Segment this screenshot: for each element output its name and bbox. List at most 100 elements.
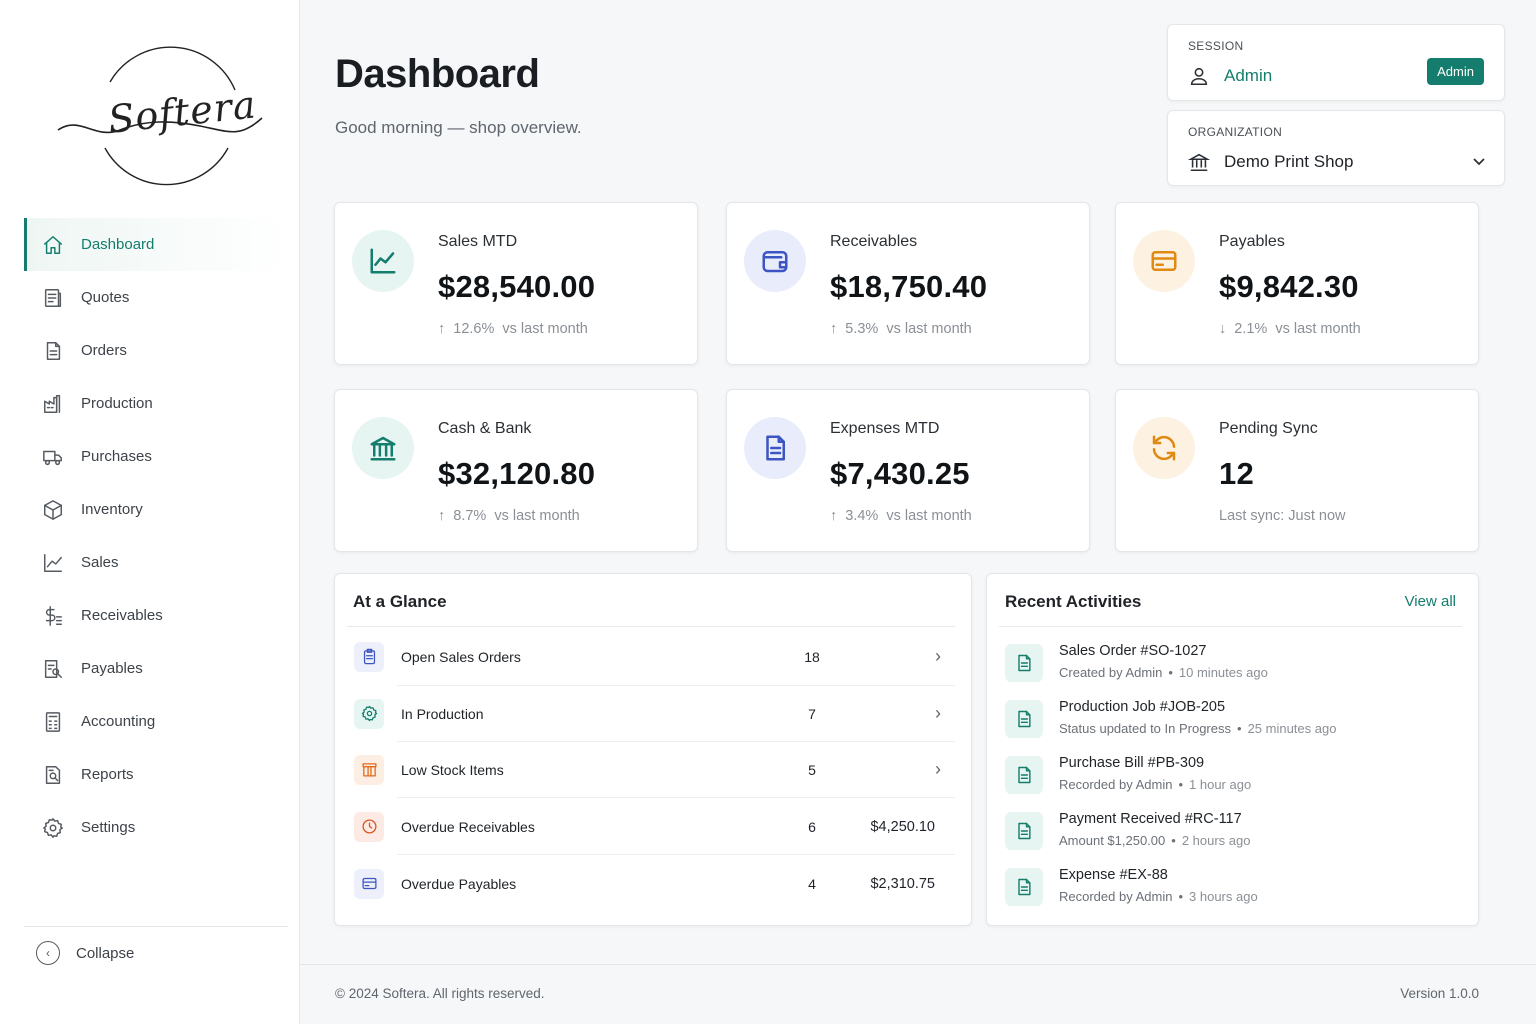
sidebar-item-reports[interactable]: Reports (24, 748, 288, 801)
trend-percent: 12.6% (453, 321, 495, 337)
sidebar-item-sales[interactable]: Sales (24, 536, 288, 589)
sidebar-item-label: Orders (81, 342, 127, 359)
stat-trend: ↑ 3.4% vs last month (830, 508, 972, 524)
glance-row-low-stock-items[interactable]: Low Stock Items 5 › (347, 741, 957, 798)
activity-item[interactable]: Production Job #JOB-205 Status updated t… (1005, 696, 1465, 746)
stat-card-receivables[interactable]: Receivables $18,750.40 ↑ 5.3% vs last mo… (726, 202, 1090, 365)
sidebar-item-label: Quotes (81, 289, 130, 306)
chevron-left-icon: ‹ (36, 941, 60, 965)
recent-activities-panel: Recent Activities View all Sales Order #… (986, 573, 1479, 926)
chevron-right-icon: › (935, 646, 941, 666)
activity-meta: Amount $1,250.00 • 2 hours ago (1059, 833, 1251, 848)
activity-title: Payment Received #RC-117 (1059, 811, 1242, 827)
sidebar-divider (24, 926, 288, 927)
stat-value: $9,842.30 (1219, 269, 1359, 304)
stat-trend: ↑ 5.3% vs last month (830, 321, 972, 337)
clock-icon (354, 811, 384, 842)
user-icon (1190, 67, 1208, 86)
stat-card-pending-sync[interactable]: Pending Sync 12 Last sync: Just now (1115, 389, 1479, 552)
stat-value: $28,540.00 (438, 269, 596, 304)
activity-title: Production Job #JOB-205 (1059, 699, 1226, 715)
sidebar-item-accounting[interactable]: Accounting (24, 695, 288, 748)
trend-percent: 3.4% (845, 508, 879, 524)
sidebar-item-settings[interactable]: Settings (24, 801, 288, 854)
glance-label: Low Stock Items (401, 761, 504, 778)
activity-item[interactable]: Sales Order #SO-1027 Created by Admin • 10… (1005, 640, 1465, 690)
activity-meta: Status updated to In Progress • 25 minutes… (1059, 721, 1337, 736)
organization-label: ORGANIZATION (1188, 125, 1283, 139)
sidebar-item-quotes[interactable]: Quotes (24, 271, 288, 324)
activity-title: Sales Order #SO-1027 (1059, 643, 1207, 659)
wallet-icon (744, 230, 806, 292)
session-user-name: Admin (1224, 66, 1273, 85)
box-icon (41, 498, 65, 522)
footer: © 2024 Softera. All rights reserved. Ver… (300, 964, 1536, 1024)
credit-card-icon (1133, 230, 1195, 292)
sidebar-item-label: Sales (81, 554, 119, 571)
glance-row-overdue-receivables[interactable]: Overdue Receivables 6 $4,250.10 (347, 798, 957, 855)
truck-icon (41, 445, 65, 469)
session-user[interactable]: Admin (1188, 65, 1272, 87)
stat-card-expenses-mtd[interactable]: Expenses MTD $7,430.25 ↑ 3.4% vs last mo… (726, 389, 1090, 552)
activity-item[interactable]: Payment Received #RC-117 Amount $1,250.0… (1005, 808, 1465, 858)
sidebar-item-dashboard[interactable]: Dashboard (24, 218, 288, 271)
payables-icon (41, 657, 65, 681)
sidebar-item-label: Settings (81, 819, 136, 836)
stat-value: $18,750.40 (830, 269, 988, 304)
glance-row-open-sales-orders[interactable]: Open Sales Orders 18 › (347, 628, 957, 685)
version-text: Version 1.0.0 (1400, 986, 1479, 1001)
activity-item[interactable]: Purchase Bill #PB-309 Recorded by Admin •… (1005, 752, 1465, 802)
glance-row-overdue-payables[interactable]: Overdue Payables 4 $2,310.75 (347, 855, 957, 912)
page-subtitle: Good morning — shop overview. (335, 118, 582, 137)
trend-text: vs last month (886, 321, 972, 337)
stat-label: Payables (1219, 233, 1285, 250)
bank-icon (1188, 153, 1210, 172)
sidebar-item-production[interactable]: Production (24, 377, 288, 430)
document-icon (1005, 644, 1043, 682)
view-all-link[interactable]: View all (1405, 593, 1456, 610)
sync-status: Last sync: Just now (1219, 508, 1346, 524)
sidebar: Softera Dashboard Quotes Orders Producti… (0, 0, 300, 1024)
trend-text: vs last month (886, 508, 972, 524)
organization-row: Demo Print Shop (1188, 151, 1353, 173)
chevron-right-icon: › (935, 759, 941, 779)
chart-line-icon (352, 230, 414, 292)
panel-title: Recent Activities (1005, 592, 1142, 611)
stat-label: Expenses MTD (830, 420, 940, 437)
stat-label: Sales MTD (438, 233, 518, 250)
stat-card-cash-bank[interactable]: Cash & Bank $32,120.80 ↑ 8.7% vs last mo… (334, 389, 698, 552)
trend-percent: 2.1% (1234, 321, 1268, 337)
divider (999, 626, 1462, 627)
activity-meta: Created by Admin • 10 minutes ago (1059, 665, 1268, 680)
document-icon (1005, 812, 1043, 850)
activity-time: 25 minutes ago (1247, 721, 1337, 736)
stat-card-sales-mtd[interactable]: Sales MTD $28,540.00 ↑ 12.6% vs last mon… (334, 202, 698, 365)
collapse-button[interactable]: ‹ Collapse (36, 938, 134, 968)
role-badge: Admin (1427, 58, 1484, 85)
package-icon (354, 754, 384, 785)
glance-count: 4 (808, 875, 816, 892)
glance-count: 5 (808, 761, 816, 778)
glance-label: Overdue Receivables (401, 818, 535, 835)
sidebar-item-purchases[interactable]: Purchases (24, 430, 288, 483)
activity-title: Expense #EX-88 (1059, 867, 1168, 883)
activity-item[interactable]: Expense #EX-88 Recorded by Admin • 3 hours… (1005, 864, 1465, 914)
activity-meta: Recorded by Admin • 1 hour ago (1059, 777, 1252, 792)
document-icon (1005, 756, 1043, 794)
organization-selector[interactable]: ORGANIZATION Demo Print Shop (1167, 110, 1505, 186)
sidebar-item-orders[interactable]: Orders (24, 324, 288, 377)
glance-row-in-production[interactable]: In Production 7 › (347, 685, 957, 742)
trend-percent: 8.7% (453, 508, 487, 524)
sidebar-item-payables[interactable]: Payables (24, 642, 288, 695)
sidebar-item-receivables[interactable]: Receivables (24, 589, 288, 642)
activity-time: 10 minutes ago (1178, 665, 1268, 680)
stat-value: 12 (1219, 456, 1254, 491)
activity-time: 3 hours ago (1189, 889, 1258, 904)
gear-icon (41, 816, 65, 840)
stat-label: Receivables (830, 233, 918, 250)
brand-logo[interactable]: Softera (50, 30, 270, 195)
quote-icon (41, 286, 65, 310)
activity-detail: Recorded by Admin (1059, 889, 1173, 904)
sidebar-item-inventory[interactable]: Inventory (24, 483, 288, 536)
stat-card-payables[interactable]: Payables $9,842.30 ↓ 2.1% vs last month (1115, 202, 1479, 365)
